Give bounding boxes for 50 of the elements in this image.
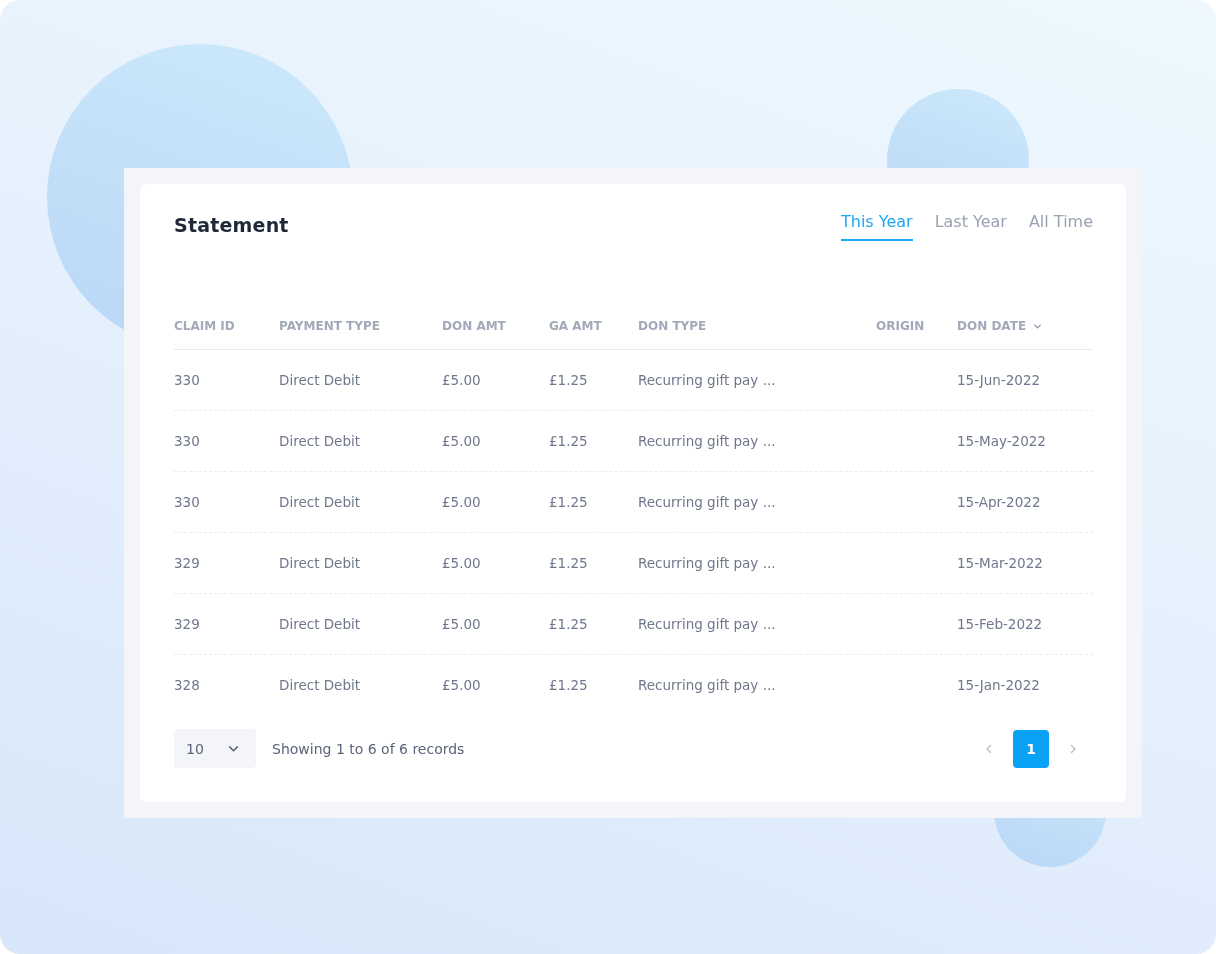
table-cell-text: 15-Mar-2022 xyxy=(957,555,1044,571)
table-cell-text: Recurring gift pay ... xyxy=(638,555,777,571)
column-header[interactable]: CLAIM ID xyxy=(174,319,235,333)
table-cell-text: £1.25 xyxy=(549,677,589,693)
table-cell-text: Recurring gift pay ... xyxy=(638,494,777,510)
table-cell-text: Recurring gift pay ... xyxy=(638,433,777,449)
table-cell-text: Recurring gift pay ... xyxy=(638,677,777,693)
column-header[interactable]: ORIGIN xyxy=(876,319,925,333)
column-header[interactable]: PAYMENT TYPE xyxy=(279,319,380,333)
table-cell-text: £1.25 xyxy=(549,616,589,632)
table-cell-text: £5.00 xyxy=(442,555,482,571)
table-cell-text: 329 xyxy=(174,616,201,632)
period-tab[interactable]: Last Year xyxy=(934,206,1007,241)
table-cell-text: £5.00 xyxy=(442,677,482,693)
table-cell-text: 330 xyxy=(174,433,201,449)
table-cell-text: Direct Debit xyxy=(279,433,362,449)
table-cell-text: Direct Debit xyxy=(279,616,362,632)
column-header[interactable]: GA AMT xyxy=(549,319,602,333)
table-cell-text: Recurring gift pay ... xyxy=(638,616,777,632)
table-cell-text: £5.00 xyxy=(442,433,482,449)
table-cell-text: 15-Jan-2022 xyxy=(957,677,1041,693)
table-cell-text: 330 xyxy=(174,494,201,510)
table-cell-text: 15-Apr-2022 xyxy=(957,494,1042,510)
table-cell-text: 329 xyxy=(174,555,201,571)
table-cell-text: £1.25 xyxy=(549,555,589,571)
table-cell-text: 15-Feb-2022 xyxy=(957,616,1044,632)
table-cell-text: 330 xyxy=(174,372,201,388)
period-tab[interactable]: This Year xyxy=(840,206,913,241)
column-header[interactable]: DON TYPE xyxy=(638,319,707,333)
table-cell-text: 15-Jun-2022 xyxy=(957,372,1042,388)
table-cell-text: £1.25 xyxy=(549,494,589,510)
page-size-select[interactable]: 10 xyxy=(174,729,256,768)
table-cell-text: Direct Debit xyxy=(279,372,362,388)
table-cell-text: £5.00 xyxy=(442,372,482,388)
column-header[interactable]: DON AMT xyxy=(442,319,506,333)
card-title: Statement xyxy=(174,214,289,236)
table-cell-text: 328 xyxy=(174,677,201,693)
page-button[interactable]: 1 xyxy=(1013,729,1049,768)
column-header[interactable]: DON DATE xyxy=(957,319,1027,333)
records-summary: Showing 1 to 6 of 6 records xyxy=(272,740,465,757)
table-cell-text: £5.00 xyxy=(442,494,482,510)
table-cell-text: £5.00 xyxy=(442,616,482,632)
table-cell-text: 15-May-2022 xyxy=(957,433,1047,449)
table-cell-text: Recurring gift pay ... xyxy=(638,372,777,388)
period-tab[interactable]: All Time xyxy=(1028,206,1093,241)
table-cell-text: £1.25 xyxy=(549,372,589,388)
table-cell-text: Direct Debit xyxy=(279,677,362,693)
table-cell-text: £1.25 xyxy=(549,433,589,449)
table-cell-text: Direct Debit xyxy=(279,555,362,571)
table-cell-text: Direct Debit xyxy=(279,494,362,510)
